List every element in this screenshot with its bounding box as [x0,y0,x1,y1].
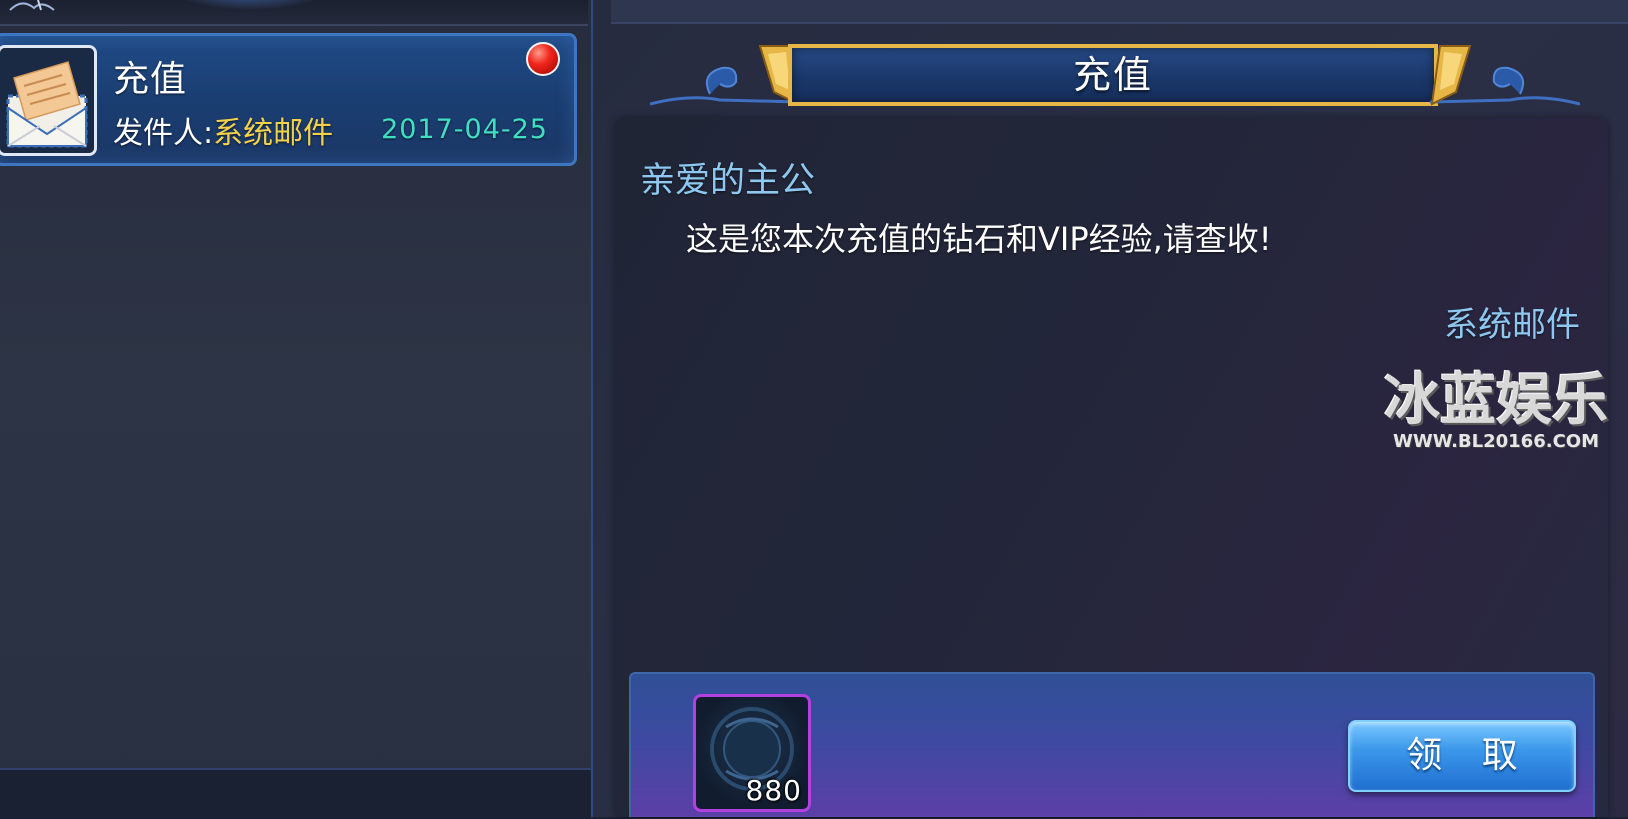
mail-greeting: 亲爱的主公 [640,161,816,201]
header-ornament-icon [9,0,55,11]
detail-header-strip [611,0,1628,24]
banner-wing-left-icon [650,45,800,106]
mail-item-title: 充值 [113,59,188,100]
attachment-item-slot[interactable]: 880 [693,694,811,812]
mail-item-sender: 发件人:系统邮件 [113,108,333,152]
header-glow [170,0,330,10]
mail-list-item[interactable]: 充值 发件人:系统邮件 2017-04-25 [0,33,577,166]
mail-list-header-strip [0,0,588,26]
mail-title-banner: 充值 [650,44,1580,110]
envelope-icon [0,45,97,156]
mail-detail-title: 充值 [1072,53,1153,97]
watermark-logo: 冰蓝娱乐 WWW.BL20166.COM [1376,370,1616,452]
attachment-quantity: 880 [745,774,802,807]
sender-label: 发件人: [113,116,214,151]
watermark-url: WWW.BL20166.COM [1392,431,1599,452]
watermark-title: 冰蓝娱乐 [1384,368,1608,433]
mail-list-footer [0,768,591,819]
mail-signature: 系统邮件 [1444,305,1580,345]
banner-wing-right-icon [1430,45,1580,106]
mail-list-panel: 充值 发件人:系统邮件 2017-04-25 [0,0,593,819]
mail-item-date: 2017-04-25 [381,114,548,145]
claim-button[interactable]: 领 取 [1348,720,1576,792]
unread-badge-icon [526,42,560,76]
sender-name: 系统邮件 [213,116,334,151]
mail-body-text: 这是您本次充值的钻石和VIP经验,请查收! [686,220,1272,258]
